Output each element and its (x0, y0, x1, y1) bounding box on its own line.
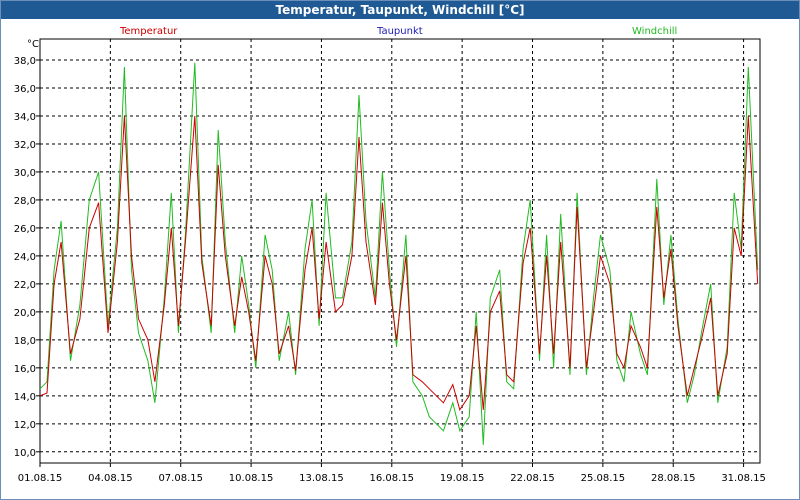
y-tick-label: 28,0 (14, 196, 36, 207)
y-tick-label: 20,0 (14, 308, 36, 319)
x-axis-ticks: 01.08.15 04.08.15 07.08.15 10.08.15 13.08.15… (18, 463, 766, 484)
y-tick-label: 34,0 (14, 112, 36, 123)
x-tick-label: 19.08.15 (440, 473, 485, 484)
y-tick-label: 24,0 (14, 252, 36, 263)
x-tick-label: 13.08.15 (299, 473, 344, 484)
x-tick-label: 31.08.15 (721, 473, 766, 484)
x-tick-label: 22.08.15 (510, 473, 555, 484)
y-tick-label: 16,0 (14, 364, 36, 375)
y-tick-label: 38,0 (14, 56, 36, 67)
x-tick-label: 01.08.15 (18, 473, 63, 484)
x-tick-label: 28.08.15 (651, 473, 696, 484)
y-tick-label: 12,0 (14, 420, 36, 431)
legend-temperatur: Temperatur (119, 26, 178, 37)
x-tick-label: 04.08.15 (88, 473, 133, 484)
y-tick-label: 26,0 (14, 224, 36, 235)
legend-taupunkt: Taupunkt (376, 26, 423, 37)
y-tick-label: 30,0 (14, 168, 36, 179)
x-tick-label: 10.08.15 (229, 473, 274, 484)
x-tick-label: 16.08.15 (370, 473, 415, 484)
line-chart: 10,0 12,0 14,0 16,0 18,0 20,0 22,0 24,0 26,0 28,0… (14, 26, 766, 484)
x-tick-label: 25.08.15 (581, 473, 626, 484)
y-tick-label: 18,0 (14, 336, 36, 347)
y-tick-label: 10,0 (14, 448, 36, 459)
y-tick-label: 22,0 (14, 280, 36, 291)
legend-windchill: Windchill (632, 26, 677, 37)
y-tick-label: 32,0 (14, 140, 36, 151)
plot-area-border (39, 38, 761, 464)
x-tick-label: 07.08.15 (158, 473, 203, 484)
y-tick-label: 14,0 (14, 392, 36, 403)
y-tick-label: 36,0 (14, 84, 36, 95)
window-title: Temperatur, Taupunkt, Windchill [°C] (1, 1, 799, 19)
y-axis-ticks: 10,0 12,0 14,0 16,0 18,0 20,0 22,0 24,0 26,0 28,0… (14, 56, 40, 459)
y-axis-unit-label: °C (27, 39, 39, 50)
